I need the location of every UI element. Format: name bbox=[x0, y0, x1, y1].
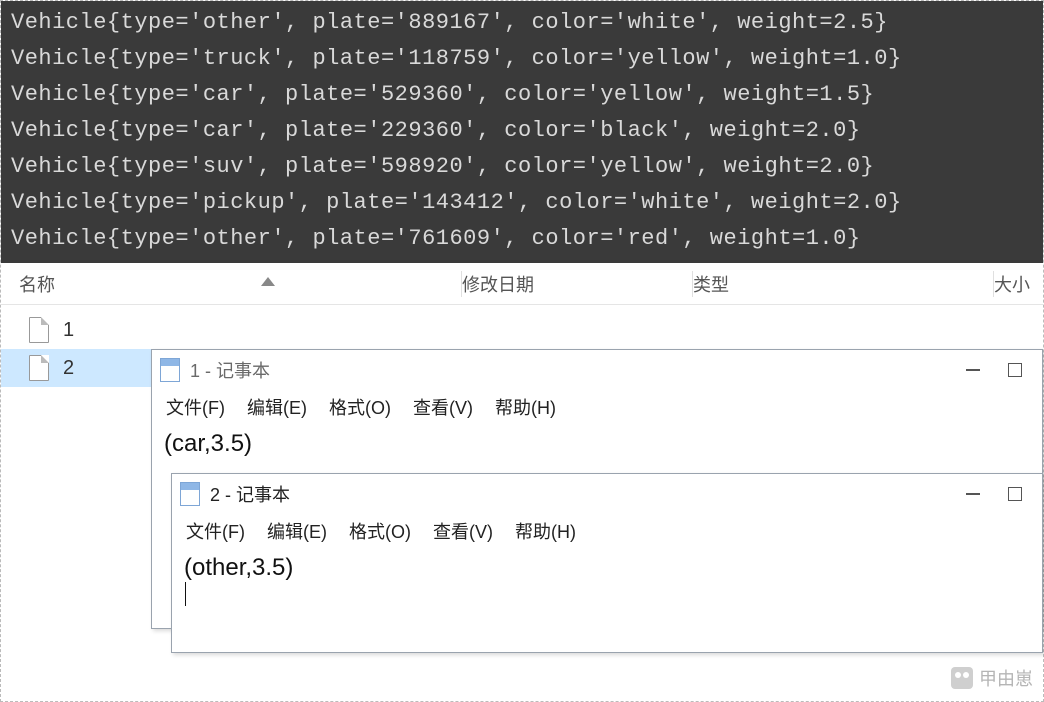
console-line: Vehicle{type='car', plate='229360', colo… bbox=[11, 113, 1033, 149]
menu-bar: 文件(F) 编辑(E) 格式(O) 查看(V) 帮助(H) bbox=[172, 514, 1042, 552]
menu-edit[interactable]: 编辑(E) bbox=[267, 518, 327, 544]
console-line: Vehicle{type='suv', plate='598920', colo… bbox=[11, 149, 1033, 185]
notepad-window-2[interactable]: 2 - 记事本 文件(F) 编辑(E) 格式(O) 查看(V) 帮助(H) (o… bbox=[171, 473, 1043, 653]
titlebar[interactable]: 1 - 记事本 bbox=[152, 350, 1042, 390]
titlebar[interactable]: 2 - 记事本 bbox=[172, 474, 1042, 514]
window-title: 1 - 记事本 bbox=[190, 357, 966, 383]
sort-ascending-icon bbox=[261, 277, 275, 286]
menu-edit[interactable]: 编辑(E) bbox=[247, 394, 307, 420]
text-content: (car,3.5) bbox=[164, 430, 252, 457]
menu-view[interactable]: 查看(V) bbox=[433, 518, 493, 544]
file-name: 1 bbox=[63, 319, 74, 342]
menu-format[interactable]: 格式(O) bbox=[329, 394, 391, 420]
console-line: Vehicle{type='truck', plate='118759', co… bbox=[11, 41, 1033, 77]
minimize-icon[interactable] bbox=[966, 493, 980, 495]
maximize-icon[interactable] bbox=[1008, 487, 1022, 501]
column-modified[interactable]: 修改日期 bbox=[462, 271, 692, 297]
column-type[interactable]: 类型 bbox=[693, 271, 993, 297]
file-row[interactable]: 1 bbox=[1, 311, 1043, 349]
notepad-icon bbox=[180, 482, 200, 506]
column-name[interactable]: 名称 bbox=[1, 271, 461, 297]
menu-help[interactable]: 帮助(H) bbox=[495, 394, 556, 420]
column-headers: 名称 修改日期 类型 大小 bbox=[1, 263, 1043, 305]
notepad-icon bbox=[160, 358, 180, 382]
console-output: Vehicle{type='other', plate='889167', co… bbox=[1, 1, 1043, 263]
menu-file[interactable]: 文件(F) bbox=[166, 394, 225, 420]
menu-help[interactable]: 帮助(H) bbox=[515, 518, 576, 544]
menu-file[interactable]: 文件(F) bbox=[186, 518, 245, 544]
column-size[interactable]: 大小 bbox=[994, 271, 1043, 297]
console-line: Vehicle{type='car', plate='529360', colo… bbox=[11, 77, 1033, 113]
menu-format[interactable]: 格式(O) bbox=[349, 518, 411, 544]
file-icon bbox=[29, 355, 49, 381]
file-icon bbox=[29, 317, 49, 343]
console-line: Vehicle{type='pickup', plate='143412', c… bbox=[11, 185, 1033, 221]
window-title: 2 - 记事本 bbox=[210, 481, 966, 507]
console-line: Vehicle{type='other', plate='761609', co… bbox=[11, 221, 1033, 257]
text-area[interactable]: (car,3.5) bbox=[152, 428, 1042, 460]
file-explorer: 名称 修改日期 类型 大小 1 2 1 - 记事本 文件(F) 编辑 bbox=[1, 263, 1043, 683]
file-name: 2 bbox=[63, 357, 74, 380]
menu-bar: 文件(F) 编辑(E) 格式(O) 查看(V) 帮助(H) bbox=[152, 390, 1042, 428]
text-area[interactable]: (other,3.5) bbox=[172, 552, 1042, 612]
maximize-icon[interactable] bbox=[1008, 363, 1022, 377]
console-line: Vehicle{type='other', plate='889167', co… bbox=[11, 5, 1033, 41]
text-caret bbox=[185, 582, 186, 606]
menu-view[interactable]: 查看(V) bbox=[413, 394, 473, 420]
minimize-icon[interactable] bbox=[966, 369, 980, 371]
text-content: (other,3.5) bbox=[184, 554, 293, 581]
